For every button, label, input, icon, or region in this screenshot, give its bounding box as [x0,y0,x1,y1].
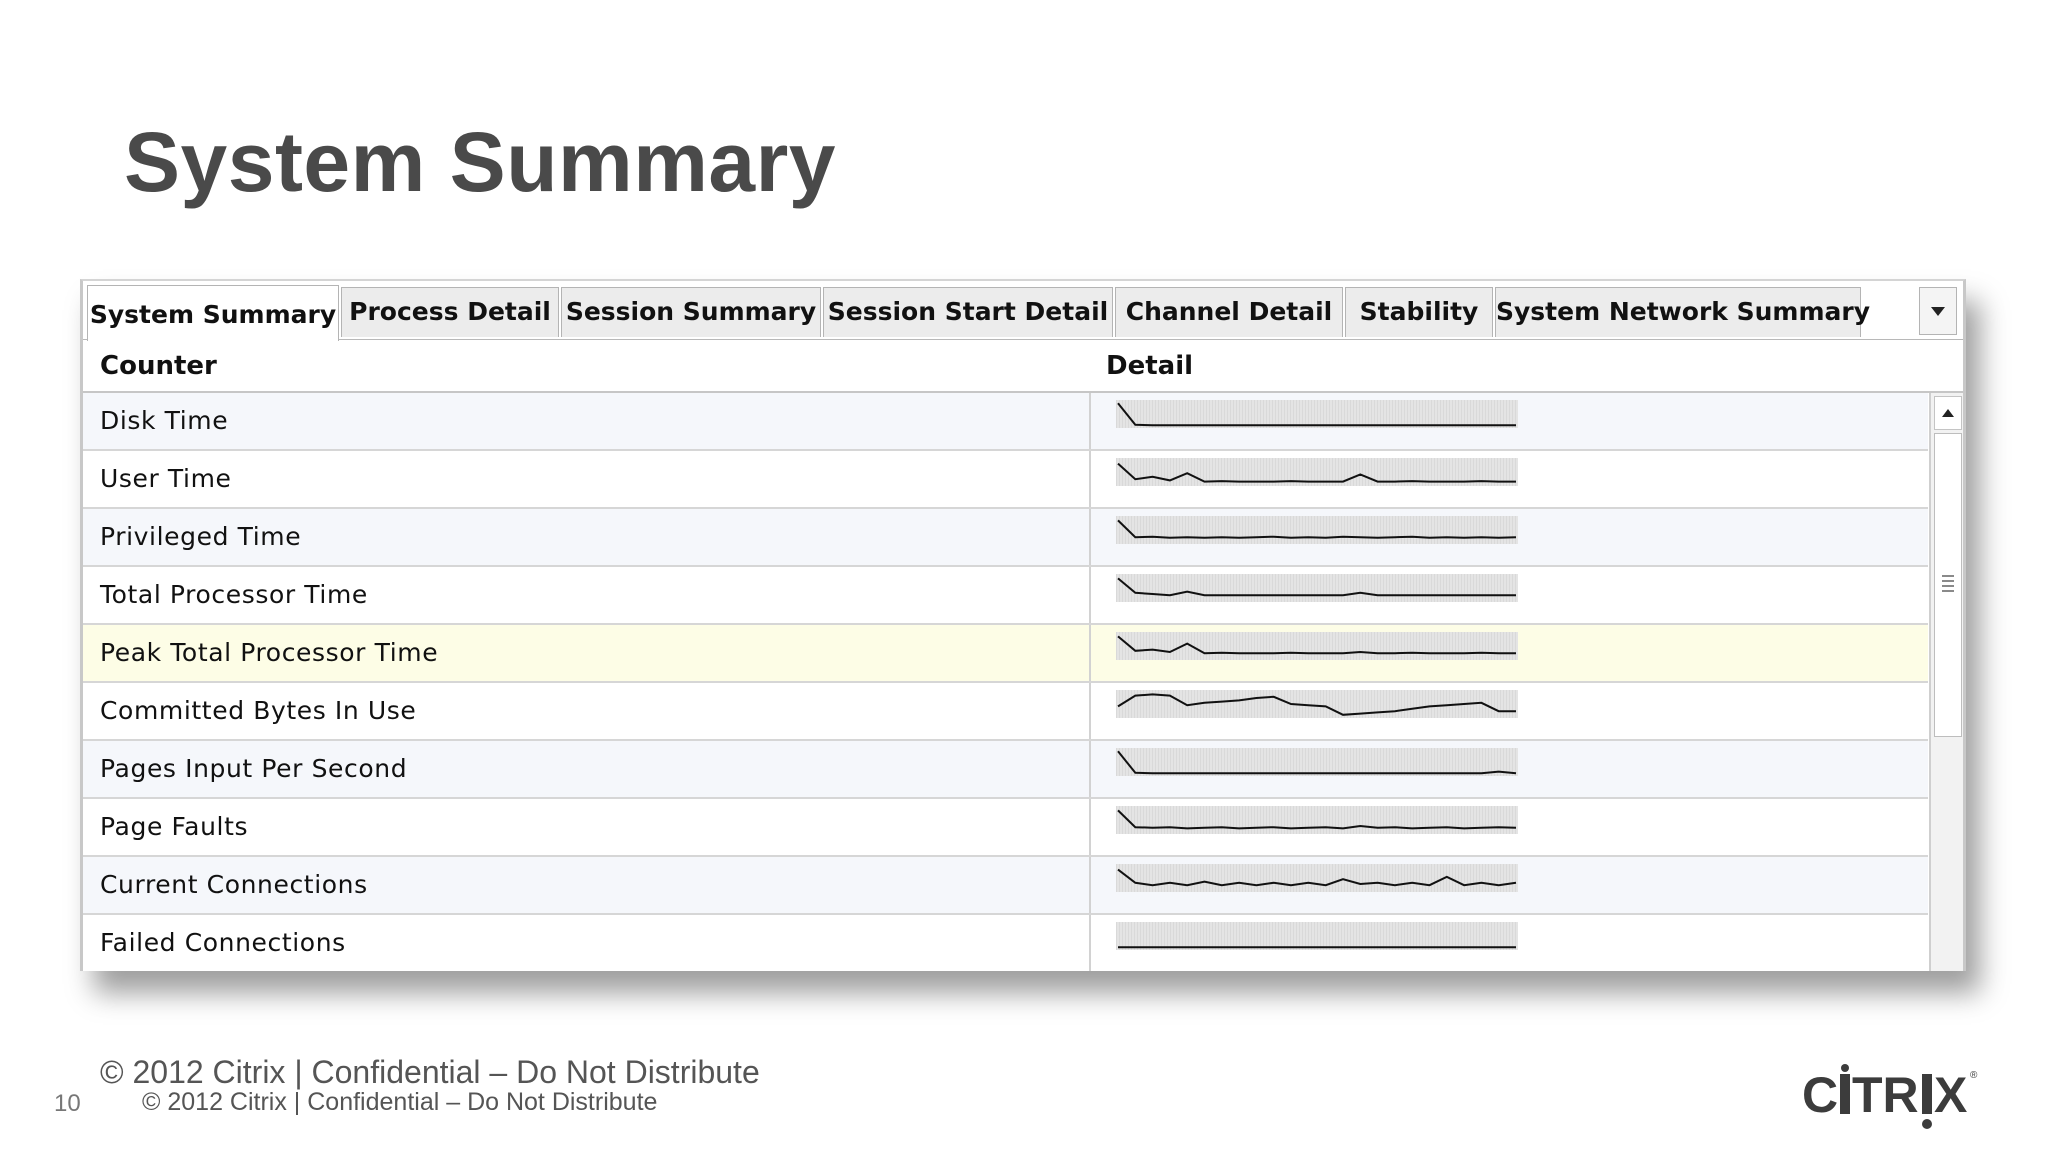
tab-channel-detail[interactable]: Channel Detail [1115,287,1343,337]
tab-system-network-summary[interactable]: System Network Summary [1495,287,1870,337]
sparkline-chart [1116,400,1518,428]
sparkline-background [1116,516,1518,544]
counter-label: Failed Connections [100,928,346,957]
chevron-up-icon [1942,409,1954,417]
footer-confidential: © 2012 Citrix | Confidential – Do Not Di… [100,1054,760,1090]
table-row[interactable]: Current Connections [83,857,1928,915]
table-row[interactable]: Page Faults [83,799,1928,857]
svg-text:TR: TR [1852,1067,1919,1123]
sparkline-chart [1116,516,1518,544]
sparkline-background [1116,574,1518,602]
counter-label: Committed Bytes In Use [100,696,417,725]
svg-text:C: C [1802,1067,1839,1123]
table-row[interactable]: Failed Connections [83,915,1928,971]
tab-bar: System Summary Process Detail Session Su… [83,281,1963,341]
counter-label: Peak Total Processor Time [100,638,439,667]
sparkline-chart [1116,632,1518,660]
sparkline-background [1116,864,1518,892]
sparkline-background [1116,806,1518,834]
table-row[interactable]: Committed Bytes In Use [83,683,1928,741]
page-number: 10 [54,1090,81,1117]
system-summary-window: System Summary Process Detail Session Su… [80,279,1966,971]
sparkline-background [1116,748,1518,776]
column-divider [1089,393,1091,449]
citrix-logo: C TR X ® [1802,1064,1978,1129]
sparkline-background [1116,922,1518,950]
counter-table: Disk Time User Time Privileged Time Total P… [83,393,1928,971]
column-divider [1089,567,1091,623]
sparkline-chart [1116,922,1518,950]
svg-text:X: X [1934,1067,1967,1123]
column-divider [1089,915,1091,971]
vertical-scrollbar[interactable] [1929,393,1963,971]
table-row[interactable]: Peak Total Processor Time [83,625,1928,683]
column-divider [1089,857,1091,913]
tab-overflow-button[interactable] [1919,287,1957,335]
tab-system-summary[interactable]: System Summary [87,285,339,341]
table-row[interactable]: Privileged Time [83,509,1928,567]
tab-session-start-detail[interactable]: Session Start Detail [823,287,1113,337]
counter-label: Current Connections [100,870,368,899]
table-row[interactable]: Disk Time [83,393,1928,451]
tab-process-detail[interactable]: Process Detail [341,287,559,337]
counter-label: Total Processor Time [100,580,368,609]
counter-label: Pages Input Per Second [100,754,408,783]
counter-label: Privileged Time [100,522,302,551]
counter-label: User Time [100,464,232,493]
scroll-up-button[interactable] [1934,396,1962,430]
sparkline-chart [1116,806,1518,834]
sparkline-chart [1116,690,1518,718]
table-row[interactable]: User Time [83,451,1928,509]
column-divider [1089,625,1091,681]
sparkline-background [1116,400,1518,428]
sparkline-chart [1116,864,1518,892]
sparkline-chart [1116,574,1518,602]
table-row[interactable]: Total Processor Time [83,567,1928,625]
footer-confidential-small: © 2012 Citrix | Confidential – Do Not Di… [142,1088,658,1116]
counter-label: Disk Time [100,406,229,435]
column-header-detail[interactable]: Detail [1106,341,1193,391]
svg-text:®: ® [1970,1070,1978,1081]
tab-stability[interactable]: Stability [1345,287,1493,337]
column-divider [1089,451,1091,507]
column-divider [1089,799,1091,855]
column-divider [1089,683,1091,739]
chevron-down-icon [1931,306,1945,316]
table-row[interactable]: Pages Input Per Second [83,741,1928,799]
sparkline-background [1116,632,1518,660]
sparkline-chart [1116,748,1518,776]
tab-session-summary[interactable]: Session Summary [561,287,821,337]
column-divider [1089,509,1091,565]
column-header-counter[interactable]: Counter [100,341,217,391]
scroll-thumb[interactable] [1934,433,1962,737]
sparkline-chart [1116,458,1518,486]
column-divider [1089,741,1091,797]
grip-icon [1942,575,1954,595]
counter-label: Page Faults [100,812,249,841]
slide-title: System Summary [124,115,837,209]
